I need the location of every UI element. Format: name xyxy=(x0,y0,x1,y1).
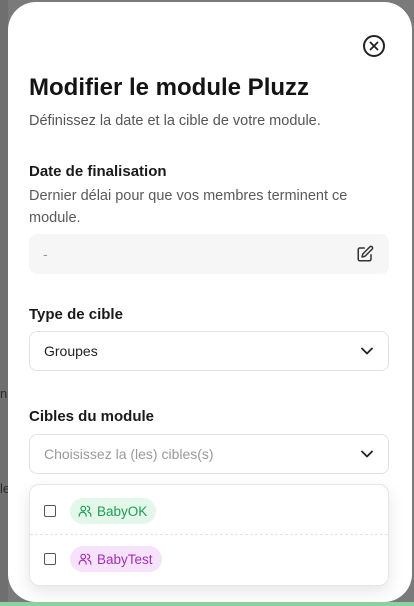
backdrop xyxy=(0,0,8,606)
users-icon xyxy=(78,552,92,566)
targets-dropdown: BabyOK BabyTest xyxy=(29,484,389,586)
backdrop-text-fragment: n xyxy=(0,386,8,401)
deadline-label: Date de finalisation xyxy=(29,163,167,180)
edit-module-modal: Modifier le module Pluzz Définissez la d… xyxy=(8,2,412,602)
deadline-field[interactable]: - xyxy=(29,234,389,274)
group-badge: BabyOK xyxy=(70,498,157,524)
group-badge-label: BabyTest xyxy=(97,551,153,567)
target-type-label: Type de cible xyxy=(29,306,123,323)
targets-placeholder: Choisissez la (les) cibles(s) xyxy=(44,446,214,462)
close-icon xyxy=(369,41,379,51)
users-icon xyxy=(78,504,92,518)
group-badge: BabyTest xyxy=(70,546,162,572)
targets-label: Cibles du module xyxy=(29,408,155,425)
group-badge-label: BabyOK xyxy=(97,503,148,519)
target-type-value: Groupes xyxy=(44,343,98,359)
list-item[interactable]: BabyTest xyxy=(30,535,388,583)
modal-subtitle: Définissez la date et la cible de votre … xyxy=(29,113,321,129)
modal-title: Modifier le module Pluzz xyxy=(29,74,310,101)
targets-select[interactable]: Choisissez la (les) cibles(s) xyxy=(29,434,389,474)
chevron-down-icon xyxy=(360,344,374,358)
list-item[interactable]: BabyOK xyxy=(30,487,388,535)
option-checkbox[interactable] xyxy=(44,505,56,517)
chevron-down-icon xyxy=(360,447,374,461)
option-checkbox[interactable] xyxy=(44,553,56,565)
target-type-select[interactable]: Groupes xyxy=(29,331,389,371)
deadline-value: - xyxy=(43,246,48,262)
deadline-help: Dernier délai pour que vos membres termi… xyxy=(29,188,348,226)
edit-icon[interactable] xyxy=(355,244,375,264)
backdrop-bottom-bar xyxy=(0,602,414,606)
close-button[interactable] xyxy=(363,35,385,57)
